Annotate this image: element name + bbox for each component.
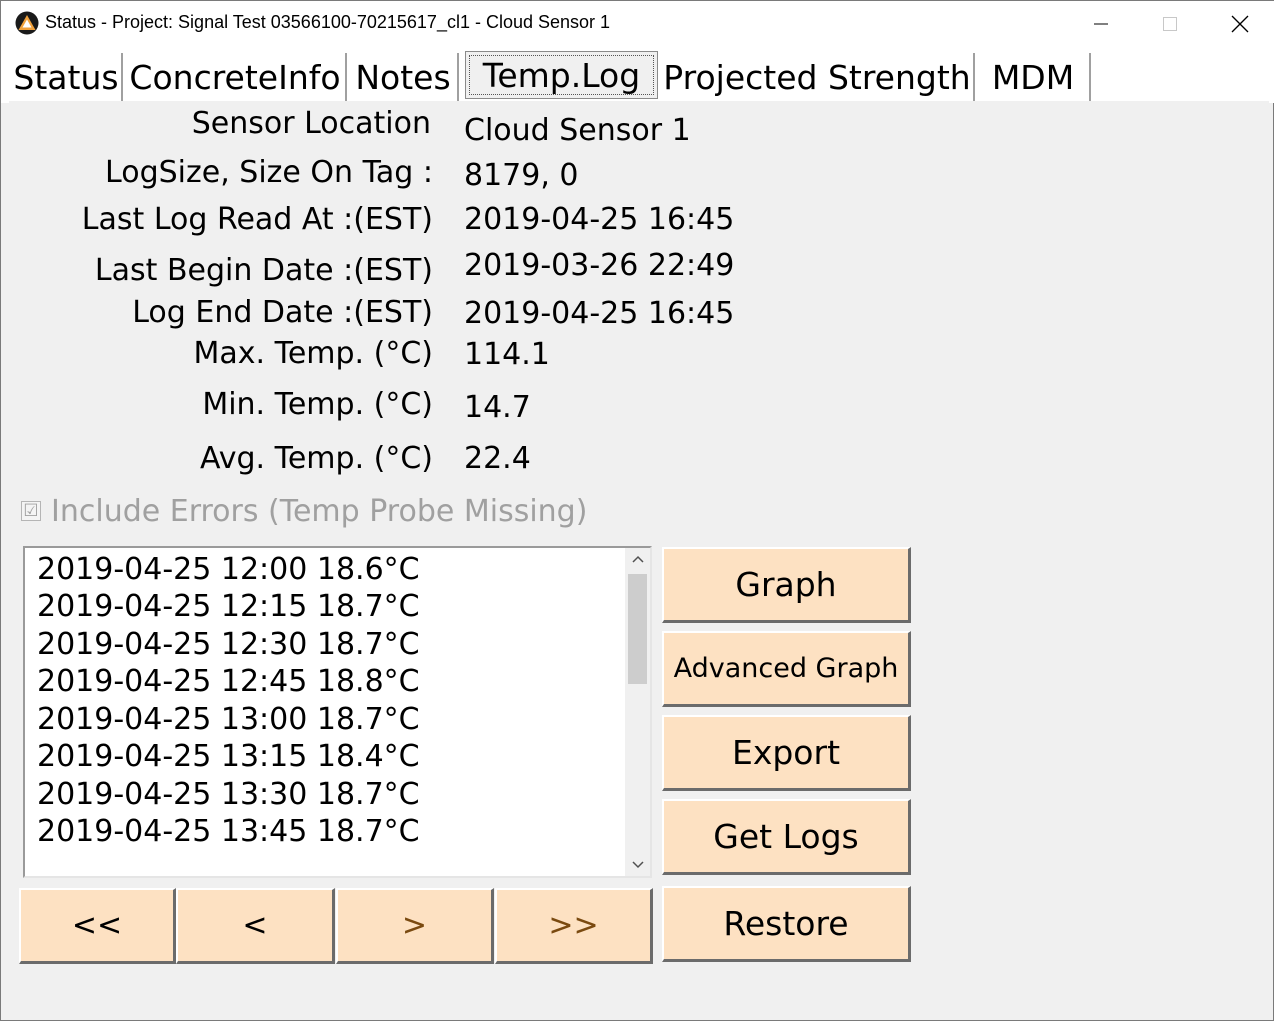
list-item[interactable]: 2019-04-25 13:30 18.7°C	[37, 777, 420, 812]
close-button[interactable]	[1205, 1, 1275, 47]
last-log-read-label: Last Log Read At :(EST)	[81, 202, 433, 237]
scroll-up-button[interactable]	[625, 548, 650, 570]
last-log-read-value: 2019-04-25 16:45	[464, 202, 735, 237]
min-temp-label: Min. Temp. (°C)	[202, 387, 433, 422]
window-title: Status - Project: Signal Test 03566100-7…	[45, 12, 611, 32]
max-temp-label: Max. Temp. (°C)	[193, 336, 433, 371]
title-bar[interactable]: Status - Project: Signal Test 03566100-7…	[1, 1, 1275, 47]
sensor-location-label: Sensor Location	[191, 106, 431, 141]
tab-mdm[interactable]: MDM	[977, 53, 1091, 101]
chevron-up-icon	[631, 555, 644, 563]
maximize-icon	[1163, 17, 1177, 31]
export-button[interactable]: Export	[662, 715, 911, 791]
avg-temp-value: 22.4	[464, 441, 531, 476]
last-page-button[interactable]: >>	[495, 888, 653, 964]
max-temp-value: 114.1	[464, 337, 550, 372]
tab-status[interactable]: Status	[11, 53, 123, 101]
sensor-location-value: Cloud Sensor 1	[464, 113, 691, 148]
next-page-button[interactable]: >	[336, 888, 494, 964]
last-begin-date-label: Last Begin Date :(EST)	[94, 253, 433, 288]
tab-concreteinfo[interactable]: ConcreteInfo	[125, 53, 347, 101]
last-begin-date-value: 2019-03-26 22:49	[464, 248, 735, 283]
temp-log-list[interactable]: 2019-04-25 12:00 18.6°C 2019-04-25 12:15…	[23, 546, 652, 878]
first-page-button[interactable]: <<	[19, 888, 176, 964]
tab-temp-log[interactable]: Temp.Log	[465, 51, 658, 99]
list-item[interactable]: 2019-04-25 13:45 18.7°C	[37, 814, 420, 849]
graph-button[interactable]: Graph	[662, 547, 911, 623]
log-list-scrollbar[interactable]	[625, 548, 650, 876]
avg-temp-label: Avg. Temp. (°C)	[199, 441, 433, 476]
log-size-value: 8179, 0	[464, 158, 579, 193]
include-errors-label: Include Errors (Temp Probe Missing)	[51, 494, 588, 529]
list-item[interactable]: 2019-04-25 12:45 18.8°C	[37, 664, 420, 699]
advanced-graph-button[interactable]: Advanced Graph	[662, 631, 911, 707]
close-icon	[1231, 15, 1249, 33]
list-item[interactable]: 2019-04-25 12:30 18.7°C	[37, 627, 420, 662]
list-item[interactable]: 2019-04-25 12:15 18.7°C	[37, 589, 420, 624]
chevron-down-icon	[631, 861, 644, 869]
minimize-button[interactable]	[1066, 1, 1136, 47]
warning-triangle-icon	[15, 11, 39, 35]
get-logs-button[interactable]: Get Logs	[662, 799, 911, 875]
minimize-icon	[1094, 23, 1108, 25]
list-item[interactable]: 2019-04-25 13:15 18.4°C	[37, 739, 420, 774]
restore-button[interactable]: Restore	[662, 886, 911, 962]
log-size-label: LogSize, Size On Tag :	[105, 155, 433, 190]
log-end-date-label: Log End Date :(EST)	[132, 295, 433, 330]
tab-notes[interactable]: Notes	[349, 53, 459, 101]
scroll-thumb[interactable]	[628, 574, 647, 684]
previous-page-button[interactable]: <	[176, 888, 335, 964]
status-window: Status - Project: Signal Test 03566100-7…	[0, 0, 1275, 1021]
log-end-date-value: 2019-04-25 16:45	[464, 296, 735, 331]
include-errors-checkbox[interactable]: ☑	[21, 501, 41, 521]
list-item[interactable]: 2019-04-25 13:00 18.7°C	[37, 702, 420, 737]
maximize-button[interactable]	[1135, 1, 1205, 47]
min-temp-value: 14.7	[464, 390, 531, 425]
list-item[interactable]: 2019-04-25 12:00 18.6°C	[37, 552, 420, 587]
tab-projected-strength[interactable]: Projected Strength	[661, 53, 975, 101]
scroll-down-button[interactable]	[625, 854, 650, 876]
